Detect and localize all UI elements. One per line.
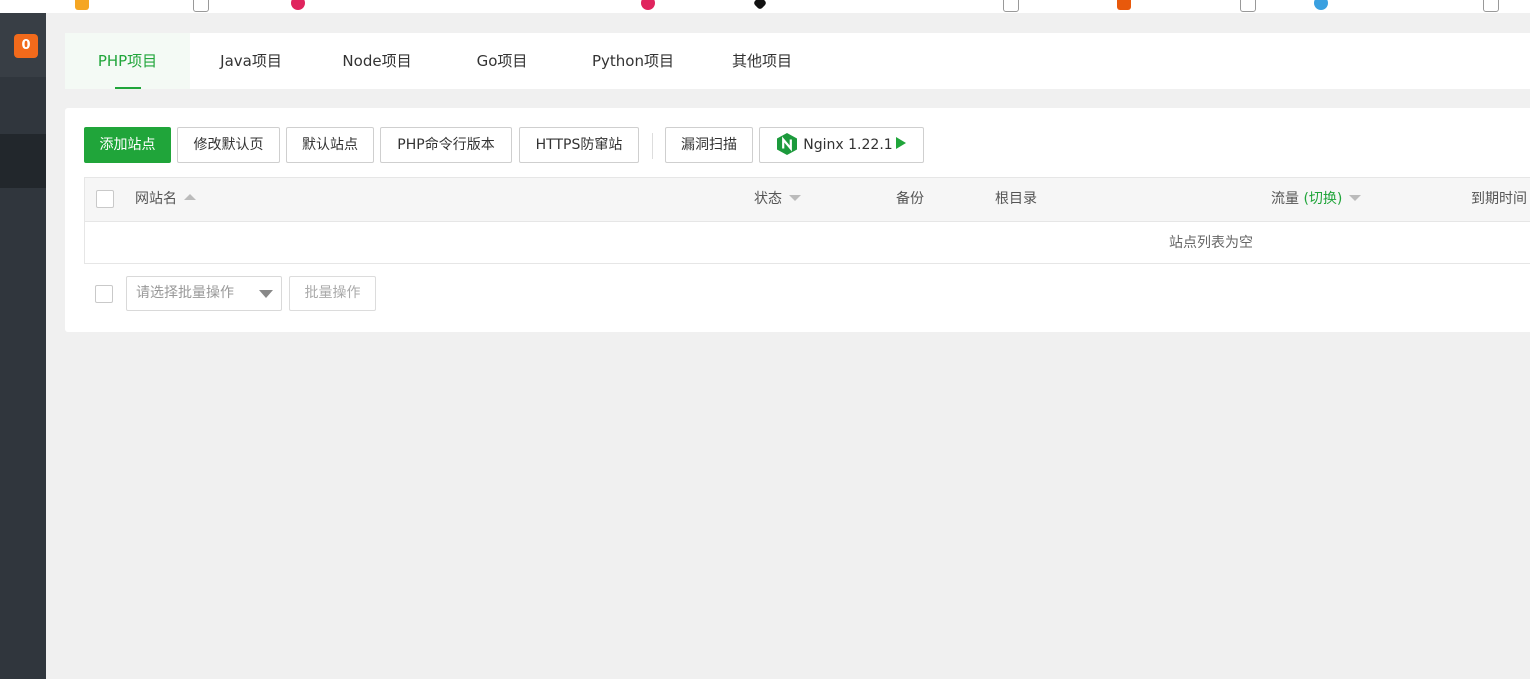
tab-php[interactable]: PHP项目	[65, 33, 190, 89]
traffic-toggle-link[interactable]: (切换)	[1303, 191, 1342, 207]
bookmark-icon[interactable]	[1240, 0, 1256, 12]
empty-row: 站点列表为空	[85, 222, 1530, 264]
bookmark-bar	[0, 0, 1530, 13]
bookmark-icon[interactable]	[193, 0, 209, 12]
site-table: 网站名 状态 备份 根目录 流量 (切换) 到期时间 站点列表为空	[84, 177, 1530, 264]
sidebar-header: 0	[0, 13, 46, 77]
batch-operation-select[interactable]: 请选择批量操作	[126, 276, 282, 311]
project-tabs: PHP项目 Java项目 Node项目 Go项目 Python项目 其他项目	[65, 33, 1530, 89]
tab-node[interactable]: Node项目	[328, 33, 426, 89]
bookmark-icon[interactable]	[752, 0, 768, 11]
batch-operation-button[interactable]: 批量操作	[289, 276, 376, 311]
sort-desc-icon	[1349, 195, 1362, 201]
toolbar-divider	[652, 133, 653, 159]
site-list-panel: 添加站点 修改默认页 默认站点 PHP命令行版本 HTTPS防窜站 漏洞扫描 N…	[65, 108, 1530, 332]
bookmark-icon[interactable]	[1314, 0, 1328, 10]
sidebar-item-active[interactable]	[0, 134, 46, 188]
https-anti-spoof-button[interactable]: HTTPS防窜站	[519, 127, 639, 163]
table-header: 网站名 状态 备份 根目录 流量 (切换) 到期时间	[85, 178, 1530, 222]
default-site-button[interactable]: 默认站点	[286, 127, 374, 163]
bookmark-icon[interactable]	[641, 0, 655, 10]
tab-java[interactable]: Java项目	[205, 33, 297, 89]
batch-select-placeholder: 请选择批量操作	[136, 285, 234, 301]
tab-python[interactable]: Python项目	[579, 33, 687, 89]
vuln-scan-button[interactable]: 漏洞扫描	[665, 127, 753, 163]
batch-select-checkbox[interactable]	[95, 285, 113, 303]
sidebar-item[interactable]	[0, 77, 46, 131]
chevron-down-icon	[259, 290, 273, 298]
column-traffic[interactable]: 流量 (切换)	[1271, 178, 1362, 221]
column-backup: 备份	[896, 191, 924, 207]
nginx-version-label: Nginx 1.22.1	[803, 137, 893, 153]
nginx-icon	[777, 133, 798, 155]
select-all-checkbox[interactable]	[96, 190, 114, 208]
notification-badge[interactable]: 0	[14, 34, 38, 58]
bookmark-icon[interactable]	[1483, 0, 1499, 12]
sort-asc-icon	[184, 194, 196, 200]
column-site-name[interactable]: 网站名	[135, 178, 196, 221]
tab-other[interactable]: 其他项目	[721, 33, 803, 89]
bookmark-icon[interactable]	[1117, 0, 1131, 10]
sidebar: 0	[0, 13, 46, 679]
bookmark-icon[interactable]	[75, 0, 89, 10]
column-status[interactable]: 状态	[754, 178, 801, 221]
tab-go[interactable]: Go项目	[464, 33, 540, 89]
column-expire[interactable]: 到期时间	[1471, 178, 1527, 221]
edit-default-page-button[interactable]: 修改默认页	[177, 127, 280, 163]
empty-message: 站点列表为空	[1169, 235, 1253, 251]
bookmark-icon[interactable]	[291, 0, 305, 10]
play-icon	[895, 137, 906, 149]
column-root-dir: 根目录	[995, 191, 1037, 207]
php-cli-version-button[interactable]: PHP命令行版本	[380, 127, 512, 163]
nginx-service-button[interactable]: Nginx 1.22.1	[759, 127, 924, 163]
add-site-button[interactable]: 添加站点	[84, 127, 171, 163]
sort-desc-icon	[789, 195, 801, 201]
bookmark-icon[interactable]	[1003, 0, 1019, 12]
